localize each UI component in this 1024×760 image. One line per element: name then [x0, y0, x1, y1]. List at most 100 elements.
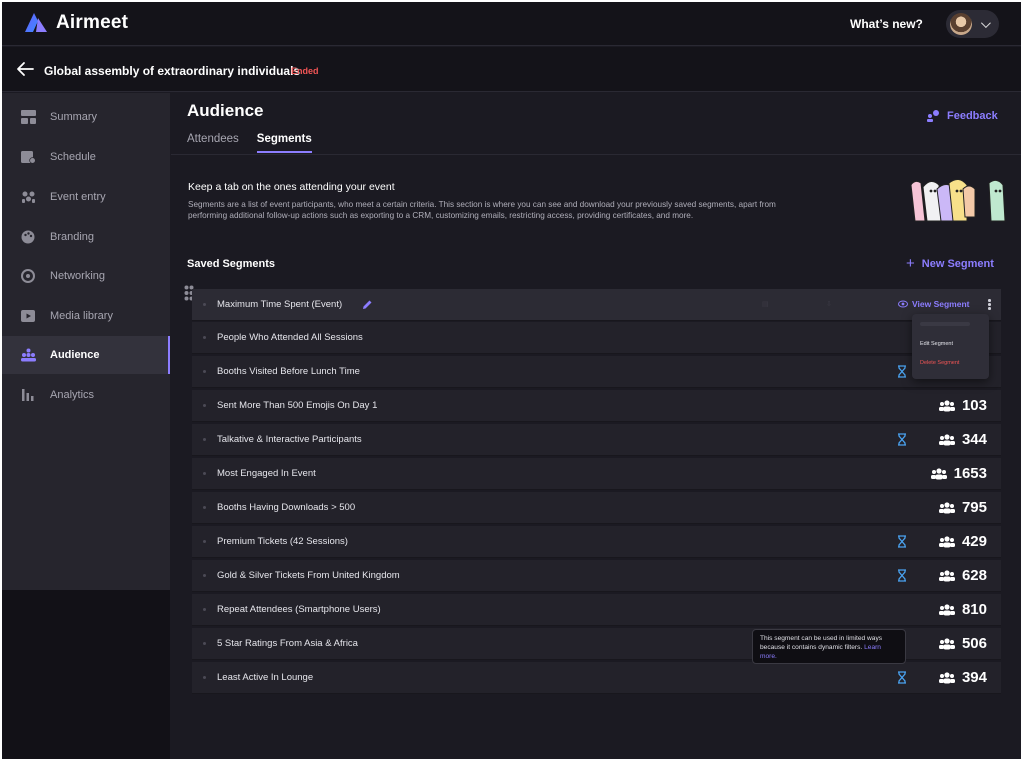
segment-count-value: 628 — [961, 567, 987, 584]
table-row[interactable]: People Who Attended All Sessions — [192, 322, 1001, 354]
segment-name: Premium Tickets (42 Sessions) — [217, 536, 348, 547]
segment-name: 5 Star Ratings From Asia & Africa — [217, 638, 358, 649]
row-bullet — [203, 472, 206, 475]
sidebar-item-label: Branding — [50, 231, 95, 243]
row-bullet — [203, 642, 206, 645]
table-row[interactable]: Maximum Time Spent (Event) ▤ ⇩ View Segm… — [192, 289, 1001, 321]
segment-count-value: 429 — [961, 533, 987, 550]
hourglass-icon[interactable] — [897, 535, 907, 548]
media-library-icon — [21, 310, 35, 322]
segment-name: Booths Having Downloads > 500 — [217, 502, 356, 513]
audience-icon — [21, 348, 36, 362]
segment-count: 1653 — [930, 465, 987, 482]
sidebar-item-schedule[interactable]: Schedule — [2, 138, 170, 176]
airmeet-logo-icon — [24, 12, 48, 34]
segment-name: Most Engaged In Event — [217, 468, 316, 479]
segment-count-value: 1653 — [953, 465, 987, 482]
more-options-icon[interactable] — [988, 299, 991, 310]
menu-item-edit-segment[interactable]: Edit Segment — [920, 341, 953, 347]
faint-download-icon: ▤ — [762, 301, 769, 308]
sidebar-item-branding[interactable]: Branding — [2, 218, 170, 256]
tabs: Attendees Segments — [187, 133, 330, 153]
row-bullet — [203, 336, 206, 339]
sidebar-item-label: Event entry — [50, 191, 106, 203]
sidebar-item-label: Media library — [50, 310, 113, 322]
app-window: Airmeet What’s new? Global assembly of e… — [2, 2, 1021, 759]
segment-count-value: 344 — [961, 431, 987, 448]
new-segment-button[interactable]: + New Segment — [906, 256, 994, 271]
people-icon — [938, 399, 955, 411]
segment-count-value: 795 — [961, 499, 987, 516]
tab-segments[interactable]: Segments — [256, 133, 312, 153]
intro-title: Keep a tab on the ones attending your ev… — [188, 181, 395, 193]
row-bullet — [203, 370, 206, 373]
segment-count-value: 506 — [961, 635, 987, 652]
segment-options-menu: Edit Segment Delete Segment — [912, 314, 989, 379]
sidebar-item-analytics[interactable]: Analytics — [2, 376, 170, 414]
eye-icon — [898, 300, 908, 308]
app-logo[interactable]: Airmeet — [24, 12, 128, 34]
top-bar: Airmeet What’s new? — [2, 2, 1021, 46]
segment-count: 795 — [938, 499, 987, 516]
people-icon — [930, 467, 947, 479]
table-row[interactable]: Talkative & Interactive Participants 344 — [192, 424, 1001, 456]
page-title: Audience — [187, 101, 264, 120]
tab-divider — [171, 154, 1021, 155]
avatar — [950, 13, 972, 35]
sidebar-item-networking[interactable]: Networking — [2, 257, 170, 295]
segment-name: Repeat Attendees (Smartphone Users) — [217, 604, 381, 615]
row-bullet — [203, 438, 206, 441]
table-row[interactable]: Premium Tickets (42 Sessions) 429 — [192, 526, 1001, 558]
row-bullet — [203, 540, 206, 543]
feedback-icon — [927, 110, 939, 122]
feedback-label: Feedback — [947, 110, 998, 122]
tab-attendees[interactable]: Attendees — [187, 133, 239, 153]
user-menu-button[interactable] — [946, 10, 999, 38]
segment-count: 810 — [938, 601, 987, 618]
segment-count: 103 — [938, 397, 987, 414]
sidebar-item-summary[interactable]: Summary — [2, 98, 170, 136]
menu-item-delete-segment[interactable]: Delete Segment — [920, 360, 959, 366]
table-row[interactable]: Booths Having Downloads > 500 795 — [192, 492, 1001, 524]
segment-name: Gold & Silver Tickets From United Kingdo… — [217, 570, 400, 581]
segment-name: People Who Attended All Sessions — [217, 332, 363, 343]
event-status-badge: Ended — [291, 66, 319, 76]
event-bar: Global assembly of extraordinary individ… — [2, 47, 1021, 92]
table-row[interactable]: Sent More Than 500 Emojis On Day 1 103 — [192, 390, 1001, 422]
sidebar-item-media-library[interactable]: Media library — [2, 297, 170, 335]
people-icon — [938, 569, 955, 581]
table-row[interactable]: Gold & Silver Tickets From United Kingdo… — [192, 560, 1001, 592]
people-icon — [938, 637, 955, 649]
row-bullet — [203, 404, 206, 407]
intro-description: Segments are a list of event participant… — [188, 200, 776, 220]
table-row[interactable]: Most Engaged In Event 1653 — [192, 458, 1001, 490]
people-icon — [938, 671, 955, 683]
app-name: Airmeet — [56, 12, 129, 33]
row-bullet — [203, 303, 206, 306]
row-bullet — [203, 506, 206, 509]
hourglass-icon[interactable] — [897, 365, 907, 378]
sidebar-item-label: Schedule — [50, 151, 96, 163]
people-icon — [938, 603, 955, 615]
table-row[interactable]: Booths Visited Before Lunch Time — [192, 356, 1001, 388]
summary-icon — [21, 110, 36, 124]
back-arrow-icon[interactable] — [16, 61, 34, 77]
row-bullet — [203, 608, 206, 611]
feedback-button[interactable]: Feedback — [927, 110, 998, 122]
sidebar-item-label: Summary — [50, 111, 98, 123]
sidebar-item-audience[interactable]: Audience — [2, 336, 170, 374]
hourglass-icon[interactable] — [897, 671, 907, 684]
networking-icon — [21, 269, 35, 283]
table-row[interactable]: Least Active In Lounge 394 — [192, 662, 1001, 694]
segment-name: Talkative & Interactive Participants — [217, 434, 362, 445]
hourglass-icon[interactable] — [897, 433, 907, 446]
view-segment-button[interactable]: View Segment — [898, 299, 969, 309]
faint-export-icon: ⇩ — [826, 301, 832, 308]
segment-name: Maximum Time Spent (Event) — [217, 299, 343, 310]
segment-name: Least Active In Lounge — [217, 672, 314, 683]
table-row[interactable]: Repeat Attendees (Smartphone Users) 810 — [192, 594, 1001, 626]
whats-new-link[interactable]: What’s new? — [850, 17, 923, 31]
hourglass-icon[interactable] — [897, 569, 907, 582]
pencil-icon[interactable] — [362, 299, 373, 310]
sidebar-item-event-entry[interactable]: Event entry — [2, 178, 170, 216]
